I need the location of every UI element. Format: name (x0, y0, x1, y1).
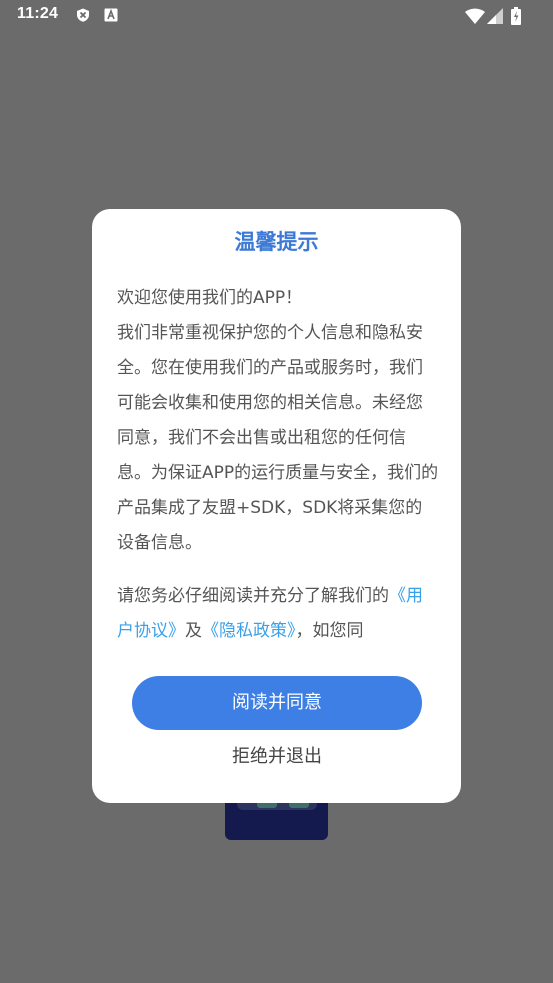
agreement-text-end: ，如您同 (295, 621, 364, 639)
privacy-policy-link[interactable]: 《隐私政策》 (202, 621, 296, 639)
dialog-title: 温馨提示 (234, 230, 319, 254)
font-a-icon (104, 8, 118, 22)
privacy-paragraph: 我们非常重视保护您的个人信息和隐私安全。您在使用我们的产品或服务时，我们可能会收… (117, 323, 439, 553)
dialog-body[interactable]: 欢迎您使用我们的APP！ 我们非常重视保护您的个人信息和隐私安全。您在使用我们的… (117, 281, 439, 639)
status-bar: 11:24 (0, 0, 553, 32)
status-time: 11:24 (17, 5, 59, 22)
conjunction-text: 及 (185, 621, 202, 639)
shield-x-icon (77, 8, 89, 22)
battery-icon (511, 7, 521, 25)
privacy-dialog: 温馨提示 欢迎您使用我们的APP！ 我们非常重视保护您的个人信息和隐私安全。您在… (92, 209, 461, 803)
agreement-text-start: 请您务必仔细阅读并充分了解我们的 (117, 586, 389, 606)
cellular-signal-icon (487, 8, 503, 24)
agreement-paragraph: 请您务必仔细阅读并充分了解我们的《用户协议》及《隐私政策》，如您同 (117, 579, 439, 639)
welcome-line: 欢迎您使用我们的APP！ (117, 288, 303, 308)
wifi-icon (465, 8, 485, 24)
agree-button[interactable]: 阅读并同意 (132, 676, 422, 730)
reject-button[interactable]: 拒绝并退出 (132, 741, 422, 773)
